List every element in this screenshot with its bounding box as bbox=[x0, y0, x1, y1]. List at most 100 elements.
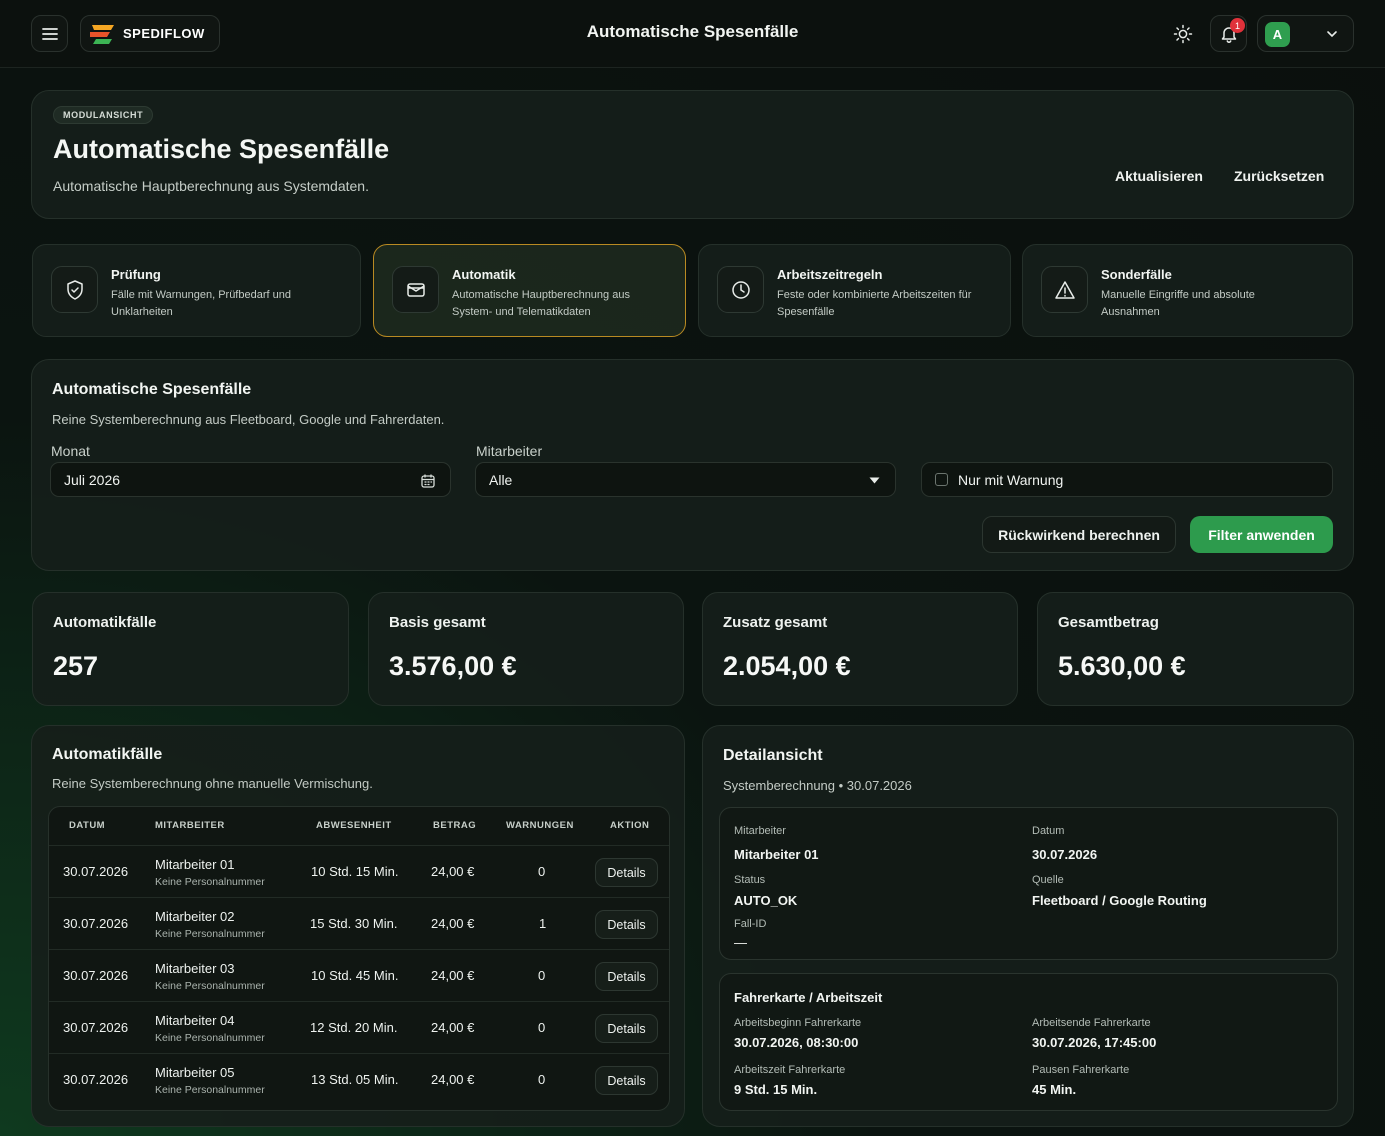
module-card-arbeitszeitregeln[interactable]: Arbeitszeitregeln Feste oder kombinierte… bbox=[698, 244, 1011, 337]
details-button[interactable]: Details bbox=[595, 858, 658, 887]
column-header-action: AKTION bbox=[610, 820, 650, 831]
date-value: 30.07.2026 bbox=[1032, 847, 1098, 862]
avatar: A bbox=[1265, 22, 1290, 47]
driver-card-box: Fahrerkarte / Arbeitszeit Arbeitsbeginn … bbox=[719, 973, 1338, 1111]
checkbox-box[interactable] bbox=[935, 473, 948, 486]
table-row: 30.07.2026 Mitarbeiter 03 Keine Personal… bbox=[49, 949, 669, 1001]
cell-absence: 12 Std. 20 Min. bbox=[310, 1020, 398, 1035]
module-title: Prüfung bbox=[111, 267, 161, 282]
refresh-button[interactable]: Aktualisieren bbox=[1115, 168, 1203, 184]
column-header-warnings: WARNUNGEN bbox=[506, 820, 574, 831]
module-title: Arbeitszeitregeln bbox=[777, 267, 883, 282]
status-label: Status bbox=[734, 874, 766, 886]
warning-only-checkbox[interactable]: Nur mit Warnung bbox=[921, 462, 1333, 497]
stat-card-extra-total: Zusatz gesamt 2.054,00 € bbox=[702, 592, 1018, 706]
details-button[interactable]: Details bbox=[595, 1066, 658, 1095]
stat-label: Zusatz gesamt bbox=[723, 614, 828, 631]
work-start-label: Arbeitsbeginn Fahrerkarte bbox=[734, 1017, 862, 1029]
cases-subtitle: Reine Systemberechnung ohne manuelle Ver… bbox=[52, 776, 373, 791]
cell-amount: 24,00 € bbox=[431, 864, 475, 879]
employee-label: Mitarbeiter bbox=[734, 825, 786, 837]
module-title: Sonderfälle bbox=[1101, 267, 1172, 282]
cell-absence: 10 Std. 15 Min. bbox=[311, 864, 399, 879]
top-bar: SPEDIFLOW Automatische Spesenfälle 1 A bbox=[0, 0, 1385, 68]
reset-button[interactable]: Zurücksetzen bbox=[1234, 168, 1324, 184]
breaks-label: Pausen Fahrerkarte bbox=[1032, 1064, 1130, 1076]
warning-icon bbox=[1054, 280, 1075, 299]
module-card-automatik[interactable]: Automatik Automatische Hauptberechnung a… bbox=[373, 244, 686, 337]
source-value: Fleetboard / Google Routing bbox=[1032, 893, 1207, 908]
month-field[interactable]: Juli 2026 bbox=[50, 462, 451, 497]
column-header-employee: MITARBEITER bbox=[155, 820, 225, 831]
detail-summary-box: Mitarbeiter Mitarbeiter 01 Datum 30.07.2… bbox=[719, 807, 1338, 960]
calendar-icon bbox=[421, 474, 435, 488]
cell-warnings: 0 bbox=[538, 968, 546, 983]
module-icon-box bbox=[1041, 266, 1088, 313]
table-row: 30.07.2026 Mitarbeiter 01 Keine Personal… bbox=[49, 845, 669, 897]
work-end-value: 30.07.2026, 17:45:00 bbox=[1032, 1035, 1157, 1050]
table-row: 30.07.2026 Mitarbeiter 05 Keine Personal… bbox=[49, 1053, 669, 1105]
module-description: Automatische Hauptberechnung aus System-… bbox=[452, 289, 630, 318]
cell-amount: 24,00 € bbox=[431, 916, 475, 931]
stat-card-base-total: Basis gesamt 3.576,00 € bbox=[368, 592, 684, 706]
month-value: Juli 2026 bbox=[64, 471, 121, 488]
stat-label: Basis gesamt bbox=[389, 614, 486, 631]
cell-employee: Mitarbeiter 01 bbox=[155, 857, 235, 872]
stat-value: 3.576,00 € bbox=[389, 651, 517, 681]
cell-employee: Mitarbeiter 03 bbox=[155, 961, 235, 976]
user-menu-button[interactable]: A bbox=[1257, 15, 1354, 52]
stat-label: Automatikfälle bbox=[53, 614, 157, 631]
employee-label: Mitarbeiter bbox=[476, 443, 543, 459]
stat-card-cases: Automatikfälle 257 bbox=[32, 592, 349, 706]
cell-absence: 13 Std. 05 Min. bbox=[311, 1072, 399, 1087]
details-button[interactable]: Details bbox=[595, 962, 658, 991]
cell-date: 30.07.2026 bbox=[63, 916, 129, 931]
recalculate-button[interactable]: Rückwirkend berechnen bbox=[982, 516, 1176, 553]
details-button[interactable]: Details bbox=[595, 910, 658, 939]
detail-title: Detailansicht bbox=[723, 747, 823, 764]
cell-personnel-number: Keine Personalnummer bbox=[155, 876, 265, 888]
table-row: 30.07.2026 Mitarbeiter 02 Keine Personal… bbox=[49, 897, 669, 949]
stat-value: 2.054,00 € bbox=[723, 651, 851, 681]
module-card-sonderfaelle[interactable]: Sonderfälle Manuelle Eingriffe und absol… bbox=[1022, 244, 1353, 337]
employee-value: Alle bbox=[489, 471, 513, 488]
filter-title: Automatische Spesenfälle bbox=[52, 381, 252, 398]
filter-subtitle: Reine Systemberechnung aus Fleetboard, G… bbox=[52, 412, 445, 427]
theme-toggle-button[interactable] bbox=[1170, 21, 1196, 47]
month-label: Monat bbox=[51, 443, 90, 459]
column-header-date: DATUM bbox=[69, 820, 106, 831]
apply-filter-button[interactable]: Filter anwenden bbox=[1190, 516, 1333, 553]
cell-personnel-number: Keine Personalnummer bbox=[155, 928, 265, 940]
warning-only-label: Nur mit Warnung bbox=[958, 471, 1064, 488]
cell-warnings: 0 bbox=[538, 1072, 546, 1087]
hero-title: Automatische Spesenfälle bbox=[53, 134, 390, 164]
shield-check-icon bbox=[66, 279, 83, 300]
cell-date: 30.07.2026 bbox=[63, 1072, 129, 1087]
source-label: Quelle bbox=[1032, 874, 1064, 886]
date-label: Datum bbox=[1032, 825, 1065, 837]
cell-date: 30.07.2026 bbox=[63, 864, 129, 879]
details-button[interactable]: Details bbox=[595, 1014, 658, 1043]
cell-amount: 24,00 € bbox=[431, 1072, 475, 1087]
module-card-pruefung[interactable]: Prüfung Fälle mit Warnungen, Prüfbedarf … bbox=[32, 244, 361, 337]
worktime-label: Arbeitszeit Fahrerkarte bbox=[734, 1064, 846, 1076]
driver-card-title: Fahrerkarte / Arbeitszeit bbox=[734, 990, 883, 1005]
mail-icon bbox=[406, 282, 425, 297]
column-header-absence: ABWESENHEIT bbox=[316, 820, 392, 831]
module-tag: MODULANSICHT bbox=[53, 106, 154, 124]
cell-employee: Mitarbeiter 02 bbox=[155, 909, 235, 924]
cell-absence: 15 Std. 30 Min. bbox=[310, 916, 398, 931]
clock-icon bbox=[731, 280, 750, 299]
stat-value: 5.630,00 € bbox=[1058, 651, 1186, 681]
cell-absence: 10 Std. 45 Min. bbox=[311, 968, 399, 983]
cases-title: Automatikfälle bbox=[52, 746, 163, 763]
module-description: Manuelle Eingriffe und absolute Ausnahme… bbox=[1101, 289, 1255, 318]
employee-value: Mitarbeiter 01 bbox=[734, 847, 819, 862]
cell-date: 30.07.2026 bbox=[63, 1020, 129, 1035]
cell-personnel-number: Keine Personalnummer bbox=[155, 980, 265, 992]
module-icon-box bbox=[51, 266, 98, 313]
employee-select[interactable]: Alle bbox=[475, 462, 896, 497]
caret-down-icon bbox=[869, 477, 880, 484]
cell-employee: Mitarbeiter 04 bbox=[155, 1013, 235, 1028]
cell-personnel-number: Keine Personalnummer bbox=[155, 1032, 265, 1044]
